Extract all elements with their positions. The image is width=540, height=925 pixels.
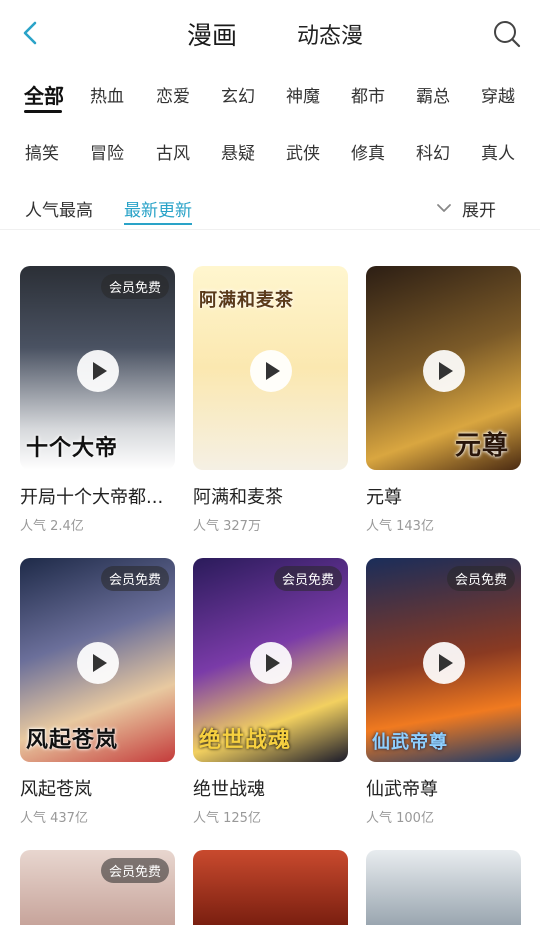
- comic-card[interactable]: 会员免费 仙武帝尊 仙武帝尊 人气 100亿: [366, 558, 521, 826]
- comic-card[interactable]: 元尊 元尊 人气 143亿: [366, 266, 521, 534]
- play-icon[interactable]: [423, 642, 465, 684]
- comic-title[interactable]: 风起苍岚: [20, 775, 175, 801]
- comic-popularity: 人气 100亿: [366, 811, 434, 826]
- category-xiuzhen[interactable]: 修真: [351, 139, 385, 164]
- comic-cover[interactable]: 元尊: [366, 266, 521, 470]
- category-active-indicator: [24, 110, 62, 113]
- play-icon[interactable]: [250, 350, 292, 392]
- vip-free-badge: 会员免费: [100, 566, 169, 591]
- comic-cover[interactable]: [193, 850, 348, 925]
- play-icon[interactable]: [423, 350, 465, 392]
- sort-active-indicator: [124, 223, 192, 225]
- comic-popularity: 人气 327万: [193, 519, 261, 534]
- comic-card[interactable]: 会员免费 风起苍岚 风起苍岚 人气 437亿: [20, 558, 175, 826]
- comic-card[interactable]: [366, 850, 521, 925]
- comic-card[interactable]: 会员免费 绝世战魂 绝世战魂 人气 125亿: [193, 558, 348, 826]
- vip-free-badge: 会员免费: [100, 858, 169, 883]
- comic-card[interactable]: [193, 850, 348, 925]
- comic-title[interactable]: 阿满和麦茶: [193, 483, 348, 509]
- chevron-down-icon[interactable]: [436, 202, 452, 214]
- cover-title-art: 元尊: [454, 431, 509, 461]
- comic-card[interactable]: 会员免费: [20, 850, 175, 925]
- cover-title-art: 风起苍岚: [26, 728, 119, 753]
- category-gufeng[interactable]: 古风: [156, 139, 190, 164]
- comic-popularity: 人气 437亿: [20, 811, 88, 826]
- comic-cover[interactable]: 会员免费 仙武帝尊: [366, 558, 521, 762]
- cover-title-art: 阿满和麦茶: [199, 290, 294, 311]
- expand-button[interactable]: 展开: [462, 196, 496, 221]
- category-zhenren[interactable]: 真人: [481, 139, 515, 164]
- category-gaoxiao[interactable]: 搞笑: [25, 139, 59, 164]
- category-kehuan[interactable]: 科幻: [416, 139, 450, 164]
- tab-manhua[interactable]: 漫画: [187, 16, 237, 52]
- comic-title[interactable]: 元尊: [366, 483, 521, 509]
- category-xuanyi[interactable]: 悬疑: [221, 139, 255, 164]
- sort-most-popular[interactable]: 人气最高: [25, 196, 93, 221]
- category-all[interactable]: 全部: [24, 80, 64, 109]
- comic-title[interactable]: 仙武帝尊: [366, 775, 521, 801]
- cover-title-art: 绝世战魂: [199, 728, 292, 753]
- category-shenmo[interactable]: 神魔: [286, 82, 320, 107]
- category-row-2: 搞笑 冒险 古风 悬疑 武侠 修真 科幻 真人: [0, 139, 540, 175]
- comic-cover[interactable]: 会员免费 十个大帝: [20, 266, 175, 470]
- category-rexue[interactable]: 热血: [90, 82, 124, 107]
- comic-popularity: 人气 125亿: [193, 811, 261, 826]
- comic-cover[interactable]: 会员免费 风起苍岚: [20, 558, 175, 762]
- cover-title-art: 十个大帝: [26, 436, 119, 461]
- category-xuanhuan[interactable]: 玄幻: [221, 82, 255, 107]
- vip-free-badge: 会员免费: [446, 566, 515, 591]
- category-row-1: 全部 热血 恋爱 玄幻 神魔 都市 霸总 穿越: [0, 82, 540, 118]
- category-chuanyue[interactable]: 穿越: [481, 82, 515, 107]
- comic-card[interactable]: 会员免费 十个大帝 开局十个大帝都... 人气 2.4亿: [20, 266, 175, 534]
- divider: [0, 229, 540, 230]
- sort-latest-update[interactable]: 最新更新: [124, 196, 192, 221]
- comic-cover[interactable]: 阿满和麦茶: [193, 266, 348, 470]
- vip-free-badge: 会员免费: [100, 274, 169, 299]
- tab-dongtaiman[interactable]: 动态漫: [297, 18, 363, 50]
- comic-popularity: 人气 143亿: [366, 519, 434, 534]
- category-lianai[interactable]: 恋爱: [156, 82, 190, 107]
- vip-free-badge: 会员免费: [273, 566, 342, 591]
- comic-cover[interactable]: 会员免费 绝世战魂: [193, 558, 348, 762]
- category-dushi[interactable]: 都市: [351, 82, 385, 107]
- sort-bar: 人气最高 最新更新 展开: [0, 192, 540, 228]
- play-icon[interactable]: [77, 642, 119, 684]
- category-maoxian[interactable]: 冒险: [90, 139, 124, 164]
- top-header: 漫画 动态漫: [0, 0, 540, 68]
- comic-title[interactable]: 开局十个大帝都...: [20, 483, 175, 509]
- cover-title-art: 仙武帝尊: [372, 732, 448, 753]
- comic-cover[interactable]: [366, 850, 521, 925]
- back-chevron-icon[interactable]: [16, 18, 46, 48]
- comic-cover[interactable]: 会员免费: [20, 850, 175, 925]
- play-icon[interactable]: [77, 350, 119, 392]
- comic-popularity: 人气 2.4亿: [20, 519, 84, 534]
- comic-title[interactable]: 绝世战魂: [193, 775, 348, 801]
- play-icon[interactable]: [250, 642, 292, 684]
- category-bazong[interactable]: 霸总: [416, 82, 450, 107]
- search-icon[interactable]: [492, 19, 522, 49]
- comic-card[interactable]: 阿满和麦茶 阿满和麦茶 人气 327万: [193, 266, 348, 534]
- category-wuxia[interactable]: 武侠: [286, 139, 320, 164]
